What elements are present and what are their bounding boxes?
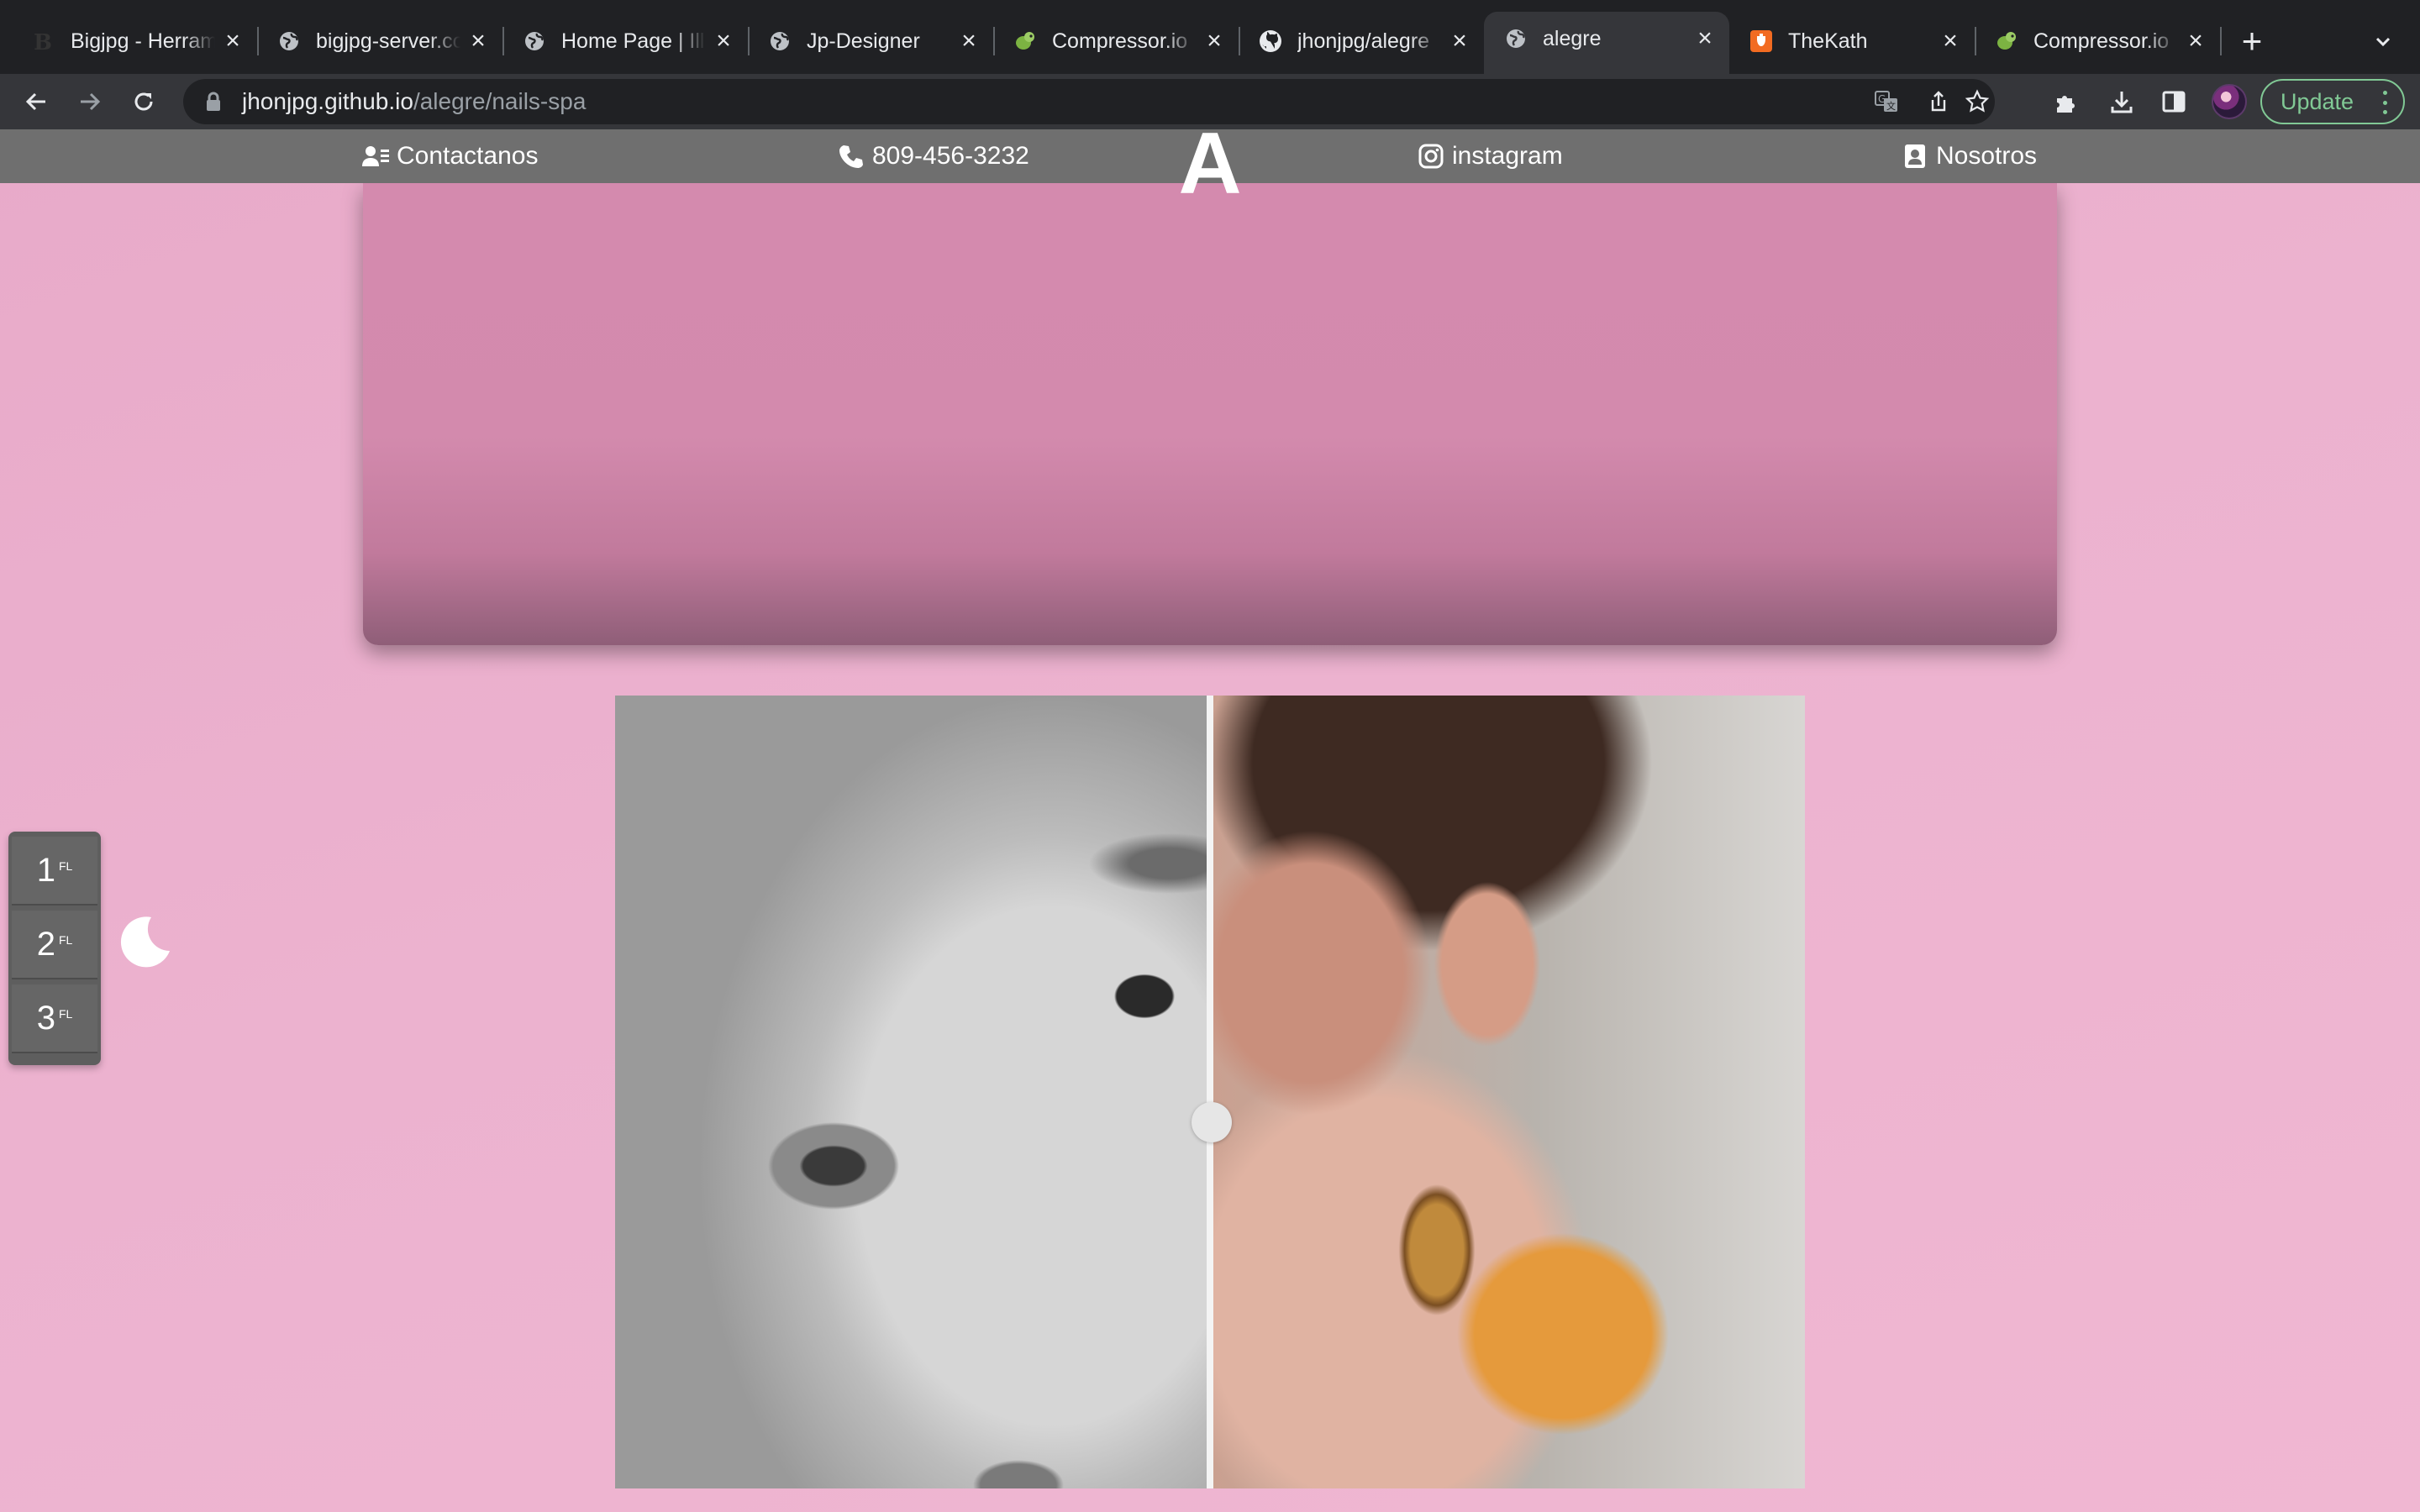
bookmark-star-icon[interactable] <box>1965 89 1990 114</box>
tab-github-alegre[interactable]: jhonjpg/alegre × <box>1239 15 1484 67</box>
new-tab-plus-icon[interactable]: + <box>2235 22 2269 60</box>
contact-label: Contactanos <box>397 142 539 170</box>
close-tab-icon[interactable]: × <box>1938 29 1963 54</box>
tab-bigjpg[interactable]: B Bigjpg - Herramienta × <box>12 15 259 67</box>
tab-strip: B Bigjpg - Herramienta × bigjpg-server.c… <box>0 0 2420 74</box>
url-host: jhonjpg.github.io <box>242 88 413 114</box>
compressor-logo-icon <box>1013 29 1037 53</box>
close-tab-icon[interactable]: × <box>1202 29 1227 54</box>
floor-3-button[interactable]: 3 FL <box>12 984 97 1053</box>
instagram-link[interactable]: instagram <box>1417 129 1563 183</box>
url-text: jhonjpg.github.io/alegre/nails-spa <box>242 88 586 115</box>
close-tab-icon[interactable]: × <box>220 29 245 54</box>
compressor-logo-icon <box>1995 29 2018 53</box>
update-label: Update <box>2281 88 2354 114</box>
more-vertical-icon[interactable] <box>2383 91 2388 114</box>
instagram-icon <box>1417 142 1445 171</box>
globe-icon <box>523 29 546 53</box>
close-tab-icon[interactable]: × <box>956 29 981 54</box>
tab-thekath[interactable]: TheKath × <box>1729 15 1976 67</box>
floor-number: 1 <box>36 851 55 889</box>
tab-title: Bigjpg - Herramienta <box>71 29 215 53</box>
contact-list-icon <box>361 142 390 171</box>
site-navbar: Contactanos 809-456-3232 A instagram Nos… <box>0 129 2420 207</box>
close-tab-icon[interactable]: × <box>466 29 491 54</box>
contact-link[interactable]: Contactanos <box>361 129 538 183</box>
page-viewport: Contactanos 809-456-3232 A instagram Nos… <box>0 129 2420 1512</box>
browser-toolbar: jhonjpg.github.io/alegre/nails-spa G文 Up… <box>0 74 2420 129</box>
tab-title: bigjpg-server.com <box>316 29 460 53</box>
floor-suffix: FL <box>58 859 73 873</box>
tab-title: Compressor.io <box>2033 29 2170 53</box>
close-tab-icon[interactable]: × <box>1692 26 1718 51</box>
phone-label: 809-456-3232 <box>872 142 1029 170</box>
update-button[interactable]: Update <box>2260 79 2405 124</box>
globe-icon <box>1504 27 1528 50</box>
lock-icon[interactable] <box>202 90 225 113</box>
tab-separator <box>2220 27 2222 55</box>
extensions-puzzle-icon[interactable] <box>2052 87 2081 116</box>
comparison-slider-handle[interactable] <box>1192 1102 1232 1142</box>
side-panel-icon[interactable] <box>2160 87 2188 116</box>
before-after-comparison[interactable] <box>615 696 1805 1488</box>
svg-text:B: B <box>34 30 52 53</box>
download-icon[interactable] <box>2107 87 2136 116</box>
close-tab-icon[interactable]: × <box>711 29 736 54</box>
tab-title: Compressor.io <box>1052 29 1188 53</box>
tab-compressor-2[interactable]: Compressor.io × <box>1975 15 2222 67</box>
instagram-label: instagram <box>1452 142 1563 170</box>
hero-card <box>363 183 2057 645</box>
tab-jp-designer[interactable]: Jp-Designer × <box>748 15 995 67</box>
floor-suffix: FL <box>58 933 73 947</box>
phone-link[interactable]: 809-456-3232 <box>837 129 1029 183</box>
svg-text:文: 文 <box>1886 100 1896 112</box>
floor-1-button[interactable]: 1 FL <box>12 837 97 906</box>
comparison-divider[interactable] <box>1207 696 1213 1488</box>
floor-suffix: FL <box>58 1007 73 1021</box>
close-tab-icon[interactable]: × <box>1447 29 1472 54</box>
floor-number: 2 <box>36 925 55 963</box>
back-arrow-icon[interactable] <box>15 81 57 123</box>
tab-home-page[interactable]: Home Page | Illustrations × <box>502 15 750 67</box>
floor-number: 3 <box>36 999 55 1037</box>
forward-arrow-icon[interactable] <box>69 81 111 123</box>
tab-title: jhonjpg/alegre <box>1297 29 1430 53</box>
site-logo[interactable]: A <box>1170 129 1250 207</box>
globe-icon <box>277 29 301 53</box>
floor-2-button[interactable]: 2 FL <box>12 911 97 979</box>
profile-avatar[interactable] <box>2212 84 2247 119</box>
tab-title: Home Page | Illustrations <box>561 29 706 53</box>
tab-title: alegre <box>1543 26 1602 50</box>
moon-icon[interactable] <box>118 914 173 969</box>
url-path: /alegre/nails-spa <box>413 88 587 114</box>
tab-alegre[interactable]: alegre × <box>1484 12 1729 74</box>
chevron-down-icon[interactable] <box>2366 25 2400 59</box>
tab-compressor[interactable]: Compressor.io × <box>993 15 1240 67</box>
globe-icon <box>768 29 792 53</box>
close-tab-icon[interactable]: × <box>2183 29 2208 54</box>
about-label: Nosotros <box>1936 142 2038 170</box>
tab-title: Jp-Designer <box>807 29 920 53</box>
github-icon <box>1259 29 1282 53</box>
tab-bigjpg-server[interactable]: bigjpg-server.com × <box>257 15 504 67</box>
floor-selector: 1 FL 2 FL 3 FL <box>8 832 101 1065</box>
phone-icon <box>837 142 865 171</box>
after-image-color <box>1210 696 1805 1488</box>
contact-card-icon <box>1901 142 1929 171</box>
share-icon[interactable] <box>1926 89 1951 114</box>
before-image-grayscale <box>615 696 1210 1488</box>
tab-title: TheKath <box>1788 29 1868 53</box>
address-bar[interactable]: jhonjpg.github.io/alegre/nails-spa G文 <box>183 79 1995 124</box>
thekath-logo-icon <box>1749 29 1773 53</box>
about-link[interactable]: Nosotros <box>1901 129 2037 183</box>
reload-icon[interactable] <box>123 81 165 123</box>
translate-icon[interactable]: G文 <box>1874 89 1899 114</box>
bigjpg-logo-icon: B <box>32 29 55 53</box>
